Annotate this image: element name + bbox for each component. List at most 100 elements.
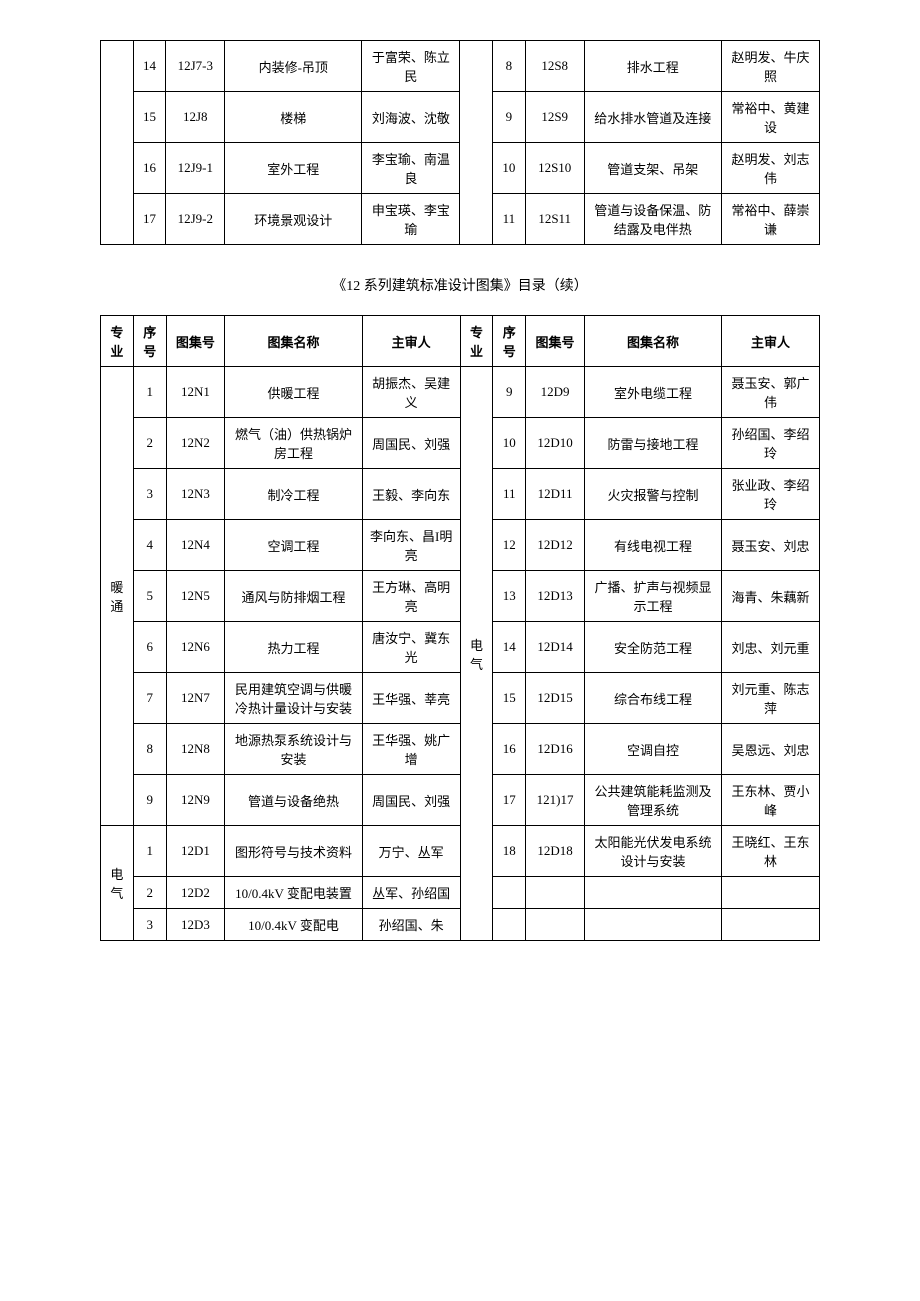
cell-code: 12S11 [525, 194, 584, 245]
table-row: 312N3制冷工程王毅、李向东1112D11火灾报警与控制张业政、李绍玲 [101, 469, 820, 520]
specialty-cell: 暖通 [101, 367, 134, 826]
specialty-cell-empty-right [460, 41, 493, 245]
cell-seq: 10 [493, 418, 526, 469]
cell-name: 地源热泵系统设计与安装 [225, 724, 363, 775]
cell-seq: 16 [133, 143, 166, 194]
cell-reviewer: 聂玉安、刘忠 [722, 520, 820, 571]
cell-code: 12D12 [526, 520, 585, 571]
cell-name: 内装修-吊顶 [225, 41, 362, 92]
cell-reviewer: 聂玉安、郭广伟 [722, 367, 820, 418]
cell-name: 通风与防排烟工程 [225, 571, 363, 622]
cell-code [526, 877, 585, 909]
cell-code: 12D3 [166, 909, 225, 941]
header-row: 专业 序号 图集号 图集名称 主审人 专业 序号 图集号 图集名称 主审人 [101, 316, 820, 367]
cell-seq: 3 [133, 469, 166, 520]
cell-reviewer: 于富荣、陈立民 [362, 41, 460, 92]
cell-name: 广播、扩声与视频显示工程 [584, 571, 721, 622]
cell-reviewer: 王毅、李向东 [362, 469, 460, 520]
cell-code: 12S8 [525, 41, 584, 92]
cell-seq: 10 [493, 143, 526, 194]
cell-name: 火灾报警与控制 [584, 469, 721, 520]
cell-seq: 5 [133, 571, 166, 622]
cell-code: 12J8 [166, 92, 225, 143]
cell-reviewer: 常裕中、黄建设 [721, 92, 819, 143]
header-seq-right: 序号 [493, 316, 526, 367]
cell-name: 室外工程 [225, 143, 362, 194]
table-row: 1412J7-3内装修-吊顶于富荣、陈立民812S8排水工程赵明发、牛庆照 [101, 41, 820, 92]
cell-name: 民用建筑空调与供暖冷热计量设计与安装 [225, 673, 363, 724]
cell-name: 管道与设备保温、防结露及电伴热 [584, 194, 721, 245]
cell-name: 公共建筑能耗监测及管理系统 [584, 775, 721, 826]
header-reviewer-left: 主审人 [362, 316, 460, 367]
cell-reviewer [722, 877, 820, 909]
cell-name: 防雷与接地工程 [584, 418, 721, 469]
cell-reviewer: 赵明发、牛庆照 [721, 41, 819, 92]
cell-code: 12D16 [526, 724, 585, 775]
top-table: 1412J7-3内装修-吊顶于富荣、陈立民812S8排水工程赵明发、牛庆照151… [100, 40, 820, 245]
cell-code: 12J9-2 [166, 194, 225, 245]
cell-reviewer: 万宁、丛军 [362, 826, 460, 877]
cell-seq [493, 909, 526, 941]
cell-code: 12S10 [525, 143, 584, 194]
cell-reviewer: 吴恩远、刘忠 [722, 724, 820, 775]
cell-seq: 14 [493, 622, 526, 673]
table-row: 212D210/0.4kV 变配电装置丛军、孙绍国 [101, 877, 820, 909]
cell-seq: 12 [493, 520, 526, 571]
cell-code: 12N7 [166, 673, 225, 724]
cell-seq: 9 [133, 775, 166, 826]
cell-code: 12N6 [166, 622, 225, 673]
header-seq-left: 序号 [133, 316, 166, 367]
cell-name: 空调自控 [584, 724, 721, 775]
cell-seq: 2 [133, 418, 166, 469]
cell-seq [493, 877, 526, 909]
header-specialty-left: 专业 [101, 316, 134, 367]
cell-seq: 16 [493, 724, 526, 775]
cell-code: 12N2 [166, 418, 225, 469]
cell-seq: 9 [493, 367, 526, 418]
table-row: 212N2燃气（油）供热锅炉房工程周国民、刘强1012D10防雷与接地工程孙绍国… [101, 418, 820, 469]
cell-name: 安全防范工程 [584, 622, 721, 673]
cell-reviewer: 李向东、昌I明亮 [362, 520, 460, 571]
cell-name: 图形符号与技术资料 [225, 826, 363, 877]
cell-name: 燃气（油）供热锅炉房工程 [225, 418, 363, 469]
cell-code: 12D14 [526, 622, 585, 673]
cell-reviewer: 刘海波、沈敬 [362, 92, 460, 143]
cell-reviewer: 海青、朱藕新 [722, 571, 820, 622]
cell-code: 121)17 [526, 775, 585, 826]
cell-reviewer: 唐汝宁、冀东光 [362, 622, 460, 673]
cell-seq: 17 [133, 194, 166, 245]
cell-code: 12N8 [166, 724, 225, 775]
cell-reviewer: 刘忠、刘元重 [722, 622, 820, 673]
cell-reviewer: 周国民、刘强 [362, 775, 460, 826]
cell-code: 12N5 [166, 571, 225, 622]
cell-reviewer: 申宝瑛、李宝瑜 [362, 194, 460, 245]
cell-code: 12S9 [525, 92, 584, 143]
cell-reviewer: 丛军、孙绍国 [362, 877, 460, 909]
cell-seq: 17 [493, 775, 526, 826]
cell-reviewer [722, 909, 820, 941]
cell-name [584, 909, 721, 941]
cell-reviewer: 李宝瑜、南温良 [362, 143, 460, 194]
header-specialty-right: 专业 [460, 316, 493, 367]
cell-seq: 3 [133, 909, 166, 941]
cell-reviewer: 胡振杰、吴建义 [362, 367, 460, 418]
specialty-cell-empty-left [101, 41, 134, 245]
cell-reviewer: 周国民、刘强 [362, 418, 460, 469]
cell-seq: 9 [493, 92, 526, 143]
cell-code: 12D10 [526, 418, 585, 469]
cell-code: 12N1 [166, 367, 225, 418]
cell-name: 热力工程 [225, 622, 363, 673]
cell-name: 环境景观设计 [225, 194, 362, 245]
table-row: 暖通112N1供暖工程胡振杰、吴建义电气912D9室外电缆工程聂玉安、郭广伟 [101, 367, 820, 418]
cell-reviewer: 刘元重、陈志萍 [722, 673, 820, 724]
specialty-cell: 电气 [460, 367, 493, 941]
cell-name: 制冷工程 [225, 469, 363, 520]
section-title: 《12 系列建筑标准设计图集》目录（续） [100, 275, 820, 295]
cell-seq: 4 [133, 520, 166, 571]
cell-code: 12N9 [166, 775, 225, 826]
cell-seq: 18 [493, 826, 526, 877]
cell-seq: 6 [133, 622, 166, 673]
cell-reviewer: 孙绍国、朱 [362, 909, 460, 941]
table-row: 912N9管道与设备绝热周国民、刘强17121)17公共建筑能耗监测及管理系统王… [101, 775, 820, 826]
table-row: 612N6热力工程唐汝宁、冀东光 1412D14安全防范工程刘忠、刘元重 [101, 622, 820, 673]
